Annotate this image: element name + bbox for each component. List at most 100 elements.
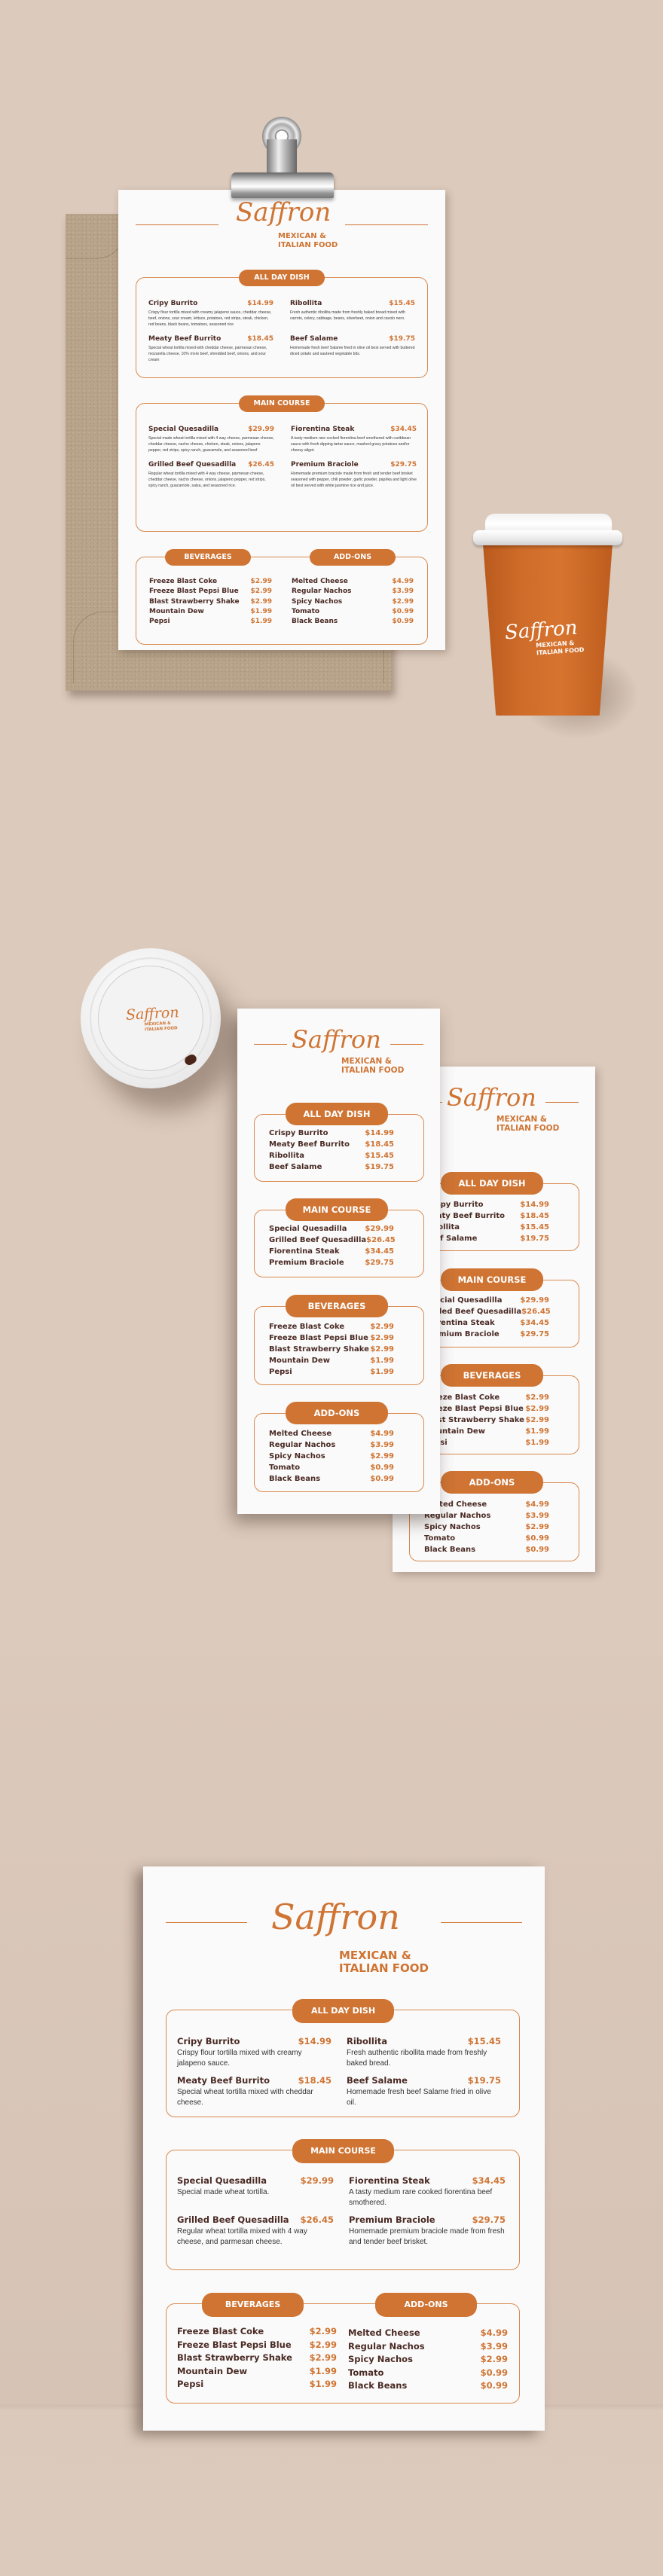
list-item: Grilled Beef Quesadilla $26.45 (424, 1306, 551, 1317)
list-item: Black Beans $0.99 (424, 1544, 549, 1555)
item-price: $34.45 (390, 426, 417, 433)
item-price: $3.99 (525, 1512, 549, 1520)
menu-item: Cripy Burrito $14.99 Crispy flour tortill… (177, 2036, 332, 2069)
item-name: Pepsi (177, 2379, 204, 2389)
header-rule-right (545, 1102, 579, 1103)
list-item: Freeze Blast Pepsi Blue $2.99 (424, 1403, 549, 1415)
menu-item: Grilled Beef Quesadilla $26.45 Regular wh… (177, 2214, 334, 2248)
item-price: $26.45 (248, 461, 274, 469)
item-name: Freeze Blast Coke (269, 1323, 345, 1331)
item-name: Meaty Beef Burrito (148, 335, 222, 343)
item-price: $18.45 (365, 1140, 394, 1149)
list-item: Freeze Blast Coke $2.99 (177, 2326, 337, 2339)
item-price: $0.99 (480, 2367, 508, 2378)
addons-list: Melted Cheese $4.99 Regular Nachos $3.99 S… (269, 1428, 394, 1485)
item-price: $2.99 (309, 2352, 337, 2363)
item-description: A tasty medium rare cocked fiorentina be… (291, 436, 411, 453)
item-price: $29.99 (300, 2175, 334, 2186)
all-day-pill: ALL DAY DISH (239, 270, 325, 286)
brand-logo: Saffron (292, 1025, 381, 1054)
item-price: $14.99 (247, 300, 273, 307)
item-price: $26.45 (300, 2214, 334, 2225)
item-name: Spicy Nachos (424, 1523, 481, 1531)
list-item: Freeze Blast Pepsi Blue $2.99 (269, 1332, 394, 1344)
list-item: Pepsi $1.99 (177, 2379, 337, 2392)
header-rule-left (166, 1922, 247, 1923)
item-price: $4.99 (480, 2327, 508, 2338)
item-description: Regular wheat tortilla mixed with 4 way … (177, 2227, 307, 2246)
list-item: Tomato $0.99 (348, 2367, 508, 2381)
item-price: $15.45 (467, 2036, 501, 2046)
item-price: $34.45 (472, 2175, 506, 2186)
list-item: Beef Salame $19.75 (424, 1233, 549, 1244)
menu-item: Fiorentina Steak $34.45 A tasty medium ra… (291, 426, 417, 453)
list-item: Mountain Dew $1.99 (424, 1426, 549, 1437)
list-item: Meaty Beef Burrito $18.45 (424, 1210, 549, 1222)
item-price: $3.99 (370, 1441, 394, 1449)
list-item: Freeze Blast Pepsi Blue $2.99 (177, 2339, 337, 2353)
brand-logo: Saffron (447, 1083, 536, 1112)
list-item: Grilled Beef Quesadilla $26.45 (269, 1235, 396, 1246)
list-item: Blast Strawberry Shake $2.99 (269, 1344, 394, 1355)
menu-item: Special Quesadilla $29.99 Special made wh… (177, 2175, 334, 2208)
item-name: Fiorentina Steak (291, 426, 355, 433)
header-rule-left (254, 1044, 287, 1045)
brand-tagline: MEXICAN & ITALIAN FOOD (496, 1115, 559, 1133)
item-name: Premium Braciole (291, 461, 359, 469)
menu-item: Beef Salame $19.75 Homemade fresh beef Sa… (290, 335, 415, 363)
item-description: Regular wheat tortilla mixed with 4 way … (148, 472, 266, 489)
item-description: Special made wheat tortilla. (177, 2188, 270, 2196)
item-name: Tomato (348, 2367, 384, 2378)
item-price: $4.99 (370, 1430, 394, 1438)
item-price: $14.99 (365, 1129, 394, 1137)
list-item: Meaty Beef Burrito $18.45 (269, 1139, 394, 1150)
list-item: Regular Nachos $3.99 (269, 1439, 394, 1451)
item-name: Crispy Burrito (269, 1129, 328, 1137)
list-item: Melted Cheese $4.99 (424, 1499, 549, 1510)
list-item: Premium Braciole $29.75 (424, 1329, 549, 1340)
item-price: $0.99 (525, 1534, 549, 1543)
item-name: Fiorentina Steak (269, 1247, 340, 1256)
beverages-list: Freeze Blast Coke $2.99 Freeze Blast Peps… (177, 2326, 337, 2392)
item-name: Premium Braciole (269, 1259, 344, 1267)
item-price: $19.75 (467, 2075, 501, 2086)
main-course-list: Special Quesadilla $29.99 Grilled Beef Qu… (269, 1223, 396, 1268)
item-name: Freeze Blast Pepsi Blue (269, 1334, 368, 1342)
header-rule-left (136, 224, 218, 225)
list-item: Regular Nachos $3.99 (348, 2341, 508, 2355)
tagline-line-2: ITALIAN FOOD (339, 1961, 429, 1976)
menu-item: Cripy Burrito $14.99 Crispy flour tortill… (148, 300, 273, 328)
item-price: $15.45 (520, 1223, 549, 1232)
item-price: $4.99 (392, 578, 414, 585)
item-price: $29.75 (472, 2214, 506, 2225)
tagline-line-2: ITALIAN FOOD (278, 240, 338, 249)
item-price: $0.99 (525, 1546, 549, 1554)
cup-logo: Saffron MEXICAN & ITALIAN FOOD (504, 617, 585, 657)
list-item: Mountain Dew $1.99 (177, 2366, 337, 2379)
item-price: $2.99 (525, 1416, 549, 1424)
header-rule-right (390, 1044, 423, 1045)
item-name: Spicy Nachos (269, 1452, 325, 1460)
list-item: Spicy Nachos $2.99 (292, 598, 414, 608)
list-item: Melted Cheese $4.99 (292, 578, 414, 588)
item-name: Beef Salame (347, 2075, 408, 2086)
item-name: Blast Strawberry Shake (149, 597, 240, 606)
menu-item: Ribollita $15.45 Fresh authentic ribollit… (290, 300, 415, 328)
list-item: Ribollita $15.45 (424, 1222, 549, 1233)
main-course-pill: MAIN COURSE (292, 2139, 394, 2163)
cup-lid-rim (473, 530, 622, 545)
item-description: Special wheat tortilla mixed with chedda… (177, 2088, 313, 2107)
header-rule-right (345, 224, 428, 225)
list-item: Spicy Nachos $2.99 (424, 1521, 549, 1533)
item-name: Melted Cheese (292, 578, 348, 585)
item-price: $29.99 (365, 1225, 394, 1233)
item-price: $3.99 (480, 2340, 508, 2352)
menu-item: Meaty Beef Burrito $18.45 Special wheat t… (177, 2075, 332, 2108)
item-price: $2.99 (525, 1523, 549, 1531)
addons-pill: ADD-ONS (310, 549, 396, 566)
item-description: Fresh authentic ribollita made from fres… (290, 310, 405, 322)
item-name: Regular Nachos (269, 1441, 336, 1449)
item-name: Premium Braciole (349, 2214, 435, 2225)
item-price: $3.99 (392, 588, 414, 596)
brand-tagline: MEXICAN & ITALIAN FOOD (339, 1949, 429, 1976)
